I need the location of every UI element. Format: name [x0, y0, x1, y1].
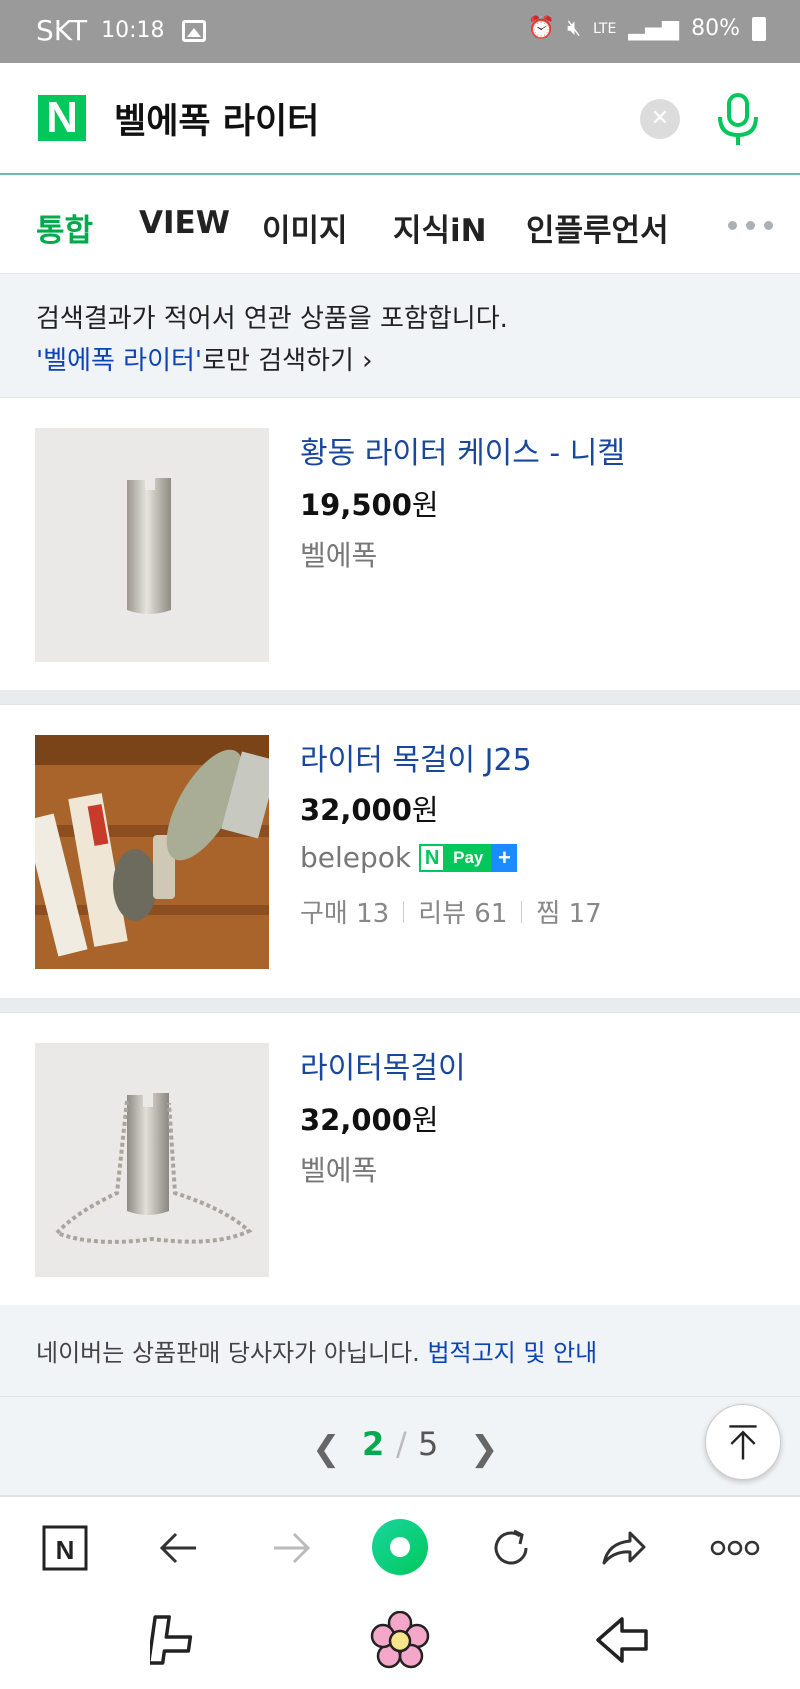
search-header: N 벨에폭 라이터 ✕	[0, 63, 800, 175]
pagination: ❮ 2 / 5 ❯	[0, 1397, 800, 1497]
product-price: 19,500원	[300, 482, 439, 524]
price-value: 19,500	[300, 488, 412, 522]
product-seller[interactable]: belepok N Pay +	[300, 841, 518, 874]
current-page: 2	[362, 1425, 385, 1463]
lighter-necklace-image	[35, 1043, 269, 1277]
search-tabs: 통합 VIEW 이미지 지식iN 인플루언서	[0, 175, 800, 274]
carrier-label: SKT	[36, 14, 88, 47]
battery-percent: 80%	[691, 16, 740, 41]
seller-name[interactable]: belepok	[300, 841, 411, 874]
back-icon[interactable]	[592, 1613, 652, 1667]
clock: 10:18	[101, 18, 165, 43]
related-results-notice: 검색결과가 적어서 연관 상품을 포함합니다. '벨에폭 라이터'로만 검색하기…	[0, 274, 800, 397]
naver-logo[interactable]: N	[38, 95, 86, 141]
product-price: 32,000원	[300, 787, 439, 829]
tab-images[interactable]: 이미지	[262, 205, 348, 250]
product-thumbnail[interactable]	[35, 735, 269, 969]
back-arrow-icon[interactable]	[152, 1521, 206, 1575]
mute-icon: 🔇︎	[567, 16, 582, 41]
product-price: 32,000원	[300, 1097, 439, 1139]
price-value: 32,000	[300, 1103, 412, 1137]
alarm-icon: ⏰	[527, 16, 556, 41]
wishlist-count: 찜 17	[536, 899, 602, 929]
scroll-to-top-button[interactable]	[705, 1404, 781, 1480]
share-icon[interactable]	[596, 1521, 650, 1575]
review-count[interactable]: 리뷰 61	[418, 893, 507, 930]
voice-search-icon[interactable]	[714, 91, 762, 147]
purchase-count: 구매 13	[300, 899, 390, 929]
more-menu-icon[interactable]	[708, 1521, 762, 1575]
exact-search-suffix[interactable]: 로만 검색하기 ›	[202, 346, 372, 376]
search-input[interactable]: 벨에폭 라이터	[114, 93, 319, 144]
npay-n-mark: N	[419, 843, 446, 872]
more-tabs-icon[interactable]	[728, 221, 773, 230]
tab-knowledge-in[interactable]: 지식iN	[393, 205, 487, 250]
stat-divider	[403, 900, 405, 923]
home-flower-icon[interactable]	[370, 1611, 430, 1671]
previous-page-icon[interactable]: ❮	[312, 1429, 341, 1469]
network-type: LTE	[593, 20, 617, 37]
gallery-notification-icon	[182, 19, 207, 42]
seller-name[interactable]: 벨에폭	[300, 534, 377, 574]
card-divider	[0, 998, 800, 1012]
system-nav-bar	[0, 1595, 800, 1689]
disclaimer-text: 네이버는 상품판매 당사자가 아닙니다.	[36, 1339, 428, 1367]
status-bar: SKT 10:18 ⏰ 🔇︎ LTE ▂▄▆ 80%	[0, 0, 800, 63]
disclaimer-text-wrap: 네이버는 상품판매 당사자가 아닙니다. 법적고지 및 안내	[36, 1333, 597, 1368]
npay-plus-mark: +	[491, 843, 518, 872]
total-pages: 5	[418, 1425, 439, 1463]
stat-divider	[521, 900, 523, 923]
recent-apps-icon[interactable]	[150, 1611, 202, 1669]
lighter-necklace-lifestyle-image	[35, 735, 269, 969]
refresh-icon[interactable]	[484, 1521, 538, 1575]
product-title[interactable]: 라이터 목걸이 J25	[300, 735, 532, 779]
product-seller[interactable]: 벨에폭	[300, 1149, 377, 1189]
product-stats: 구매 13 리뷰 61 찜 17	[300, 893, 602, 930]
clear-search-button[interactable]: ✕	[640, 99, 680, 139]
signal-icon: ▂▄▆	[628, 16, 680, 41]
browser-toolbar: N	[0, 1499, 800, 1595]
product-card[interactable]: 황동 라이터 케이스 - 니켈 19,500원 벨에폭	[0, 397, 800, 690]
exact-query-text[interactable]: '벨에폭 라이터'	[36, 346, 202, 376]
status-right: ⏰ 🔇︎ LTE ▂▄▆ 80%	[528, 16, 766, 41]
tab-influencer[interactable]: 인플루언서	[526, 205, 669, 250]
seller-disclaimer: 네이버는 상품판매 당사자가 아닙니다. 법적고지 및 안내	[0, 1305, 800, 1397]
npay-pay-label: Pay	[445, 843, 492, 872]
currency-label: 원	[411, 1103, 439, 1137]
status-left: SKT 10:18	[36, 14, 207, 47]
product-seller[interactable]: 벨에폭	[300, 534, 377, 574]
notice-text: 검색결과가 적어서 연관 상품을 포함합니다.	[36, 304, 508, 334]
page-separator: /	[396, 1425, 407, 1463]
product-title[interactable]: 라이터목걸이	[300, 1043, 466, 1087]
naver-home-icon[interactable]: N	[38, 1521, 92, 1575]
product-card[interactable]: 라이터목걸이 32,000원 벨에폭	[0, 1012, 800, 1305]
price-value: 32,000	[300, 793, 412, 827]
product-thumbnail[interactable]	[35, 1043, 269, 1277]
legal-notice-link[interactable]: 법적고지 및 안내	[427, 1339, 597, 1367]
seller-name[interactable]: 벨에폭	[300, 1149, 377, 1189]
currency-label: 원	[411, 793, 439, 827]
naver-pay-plus-badge: N Pay +	[419, 843, 518, 872]
product-card[interactable]: 라이터 목걸이 J25 32,000원 belepok N Pay + 구매 13 …	[0, 704, 800, 998]
lighter-case-image	[35, 428, 269, 662]
battery-icon	[752, 16, 766, 41]
card-divider	[0, 690, 800, 704]
tab-integrated[interactable]: 통합	[36, 205, 93, 250]
currency-label: 원	[411, 488, 439, 522]
svg-text:N: N	[56, 1535, 75, 1565]
product-thumbnail[interactable]	[35, 428, 269, 662]
tab-view[interactable]: VIEW	[139, 205, 230, 241]
exact-search-link[interactable]: '벨에폭 라이터'로만 검색하기 ›	[36, 340, 373, 377]
product-title[interactable]: 황동 라이터 케이스 - 니켈	[300, 428, 625, 472]
green-dot-icon[interactable]	[370, 1517, 430, 1577]
forward-arrow-icon[interactable]	[264, 1521, 318, 1575]
next-page-icon[interactable]: ❯	[470, 1429, 499, 1469]
